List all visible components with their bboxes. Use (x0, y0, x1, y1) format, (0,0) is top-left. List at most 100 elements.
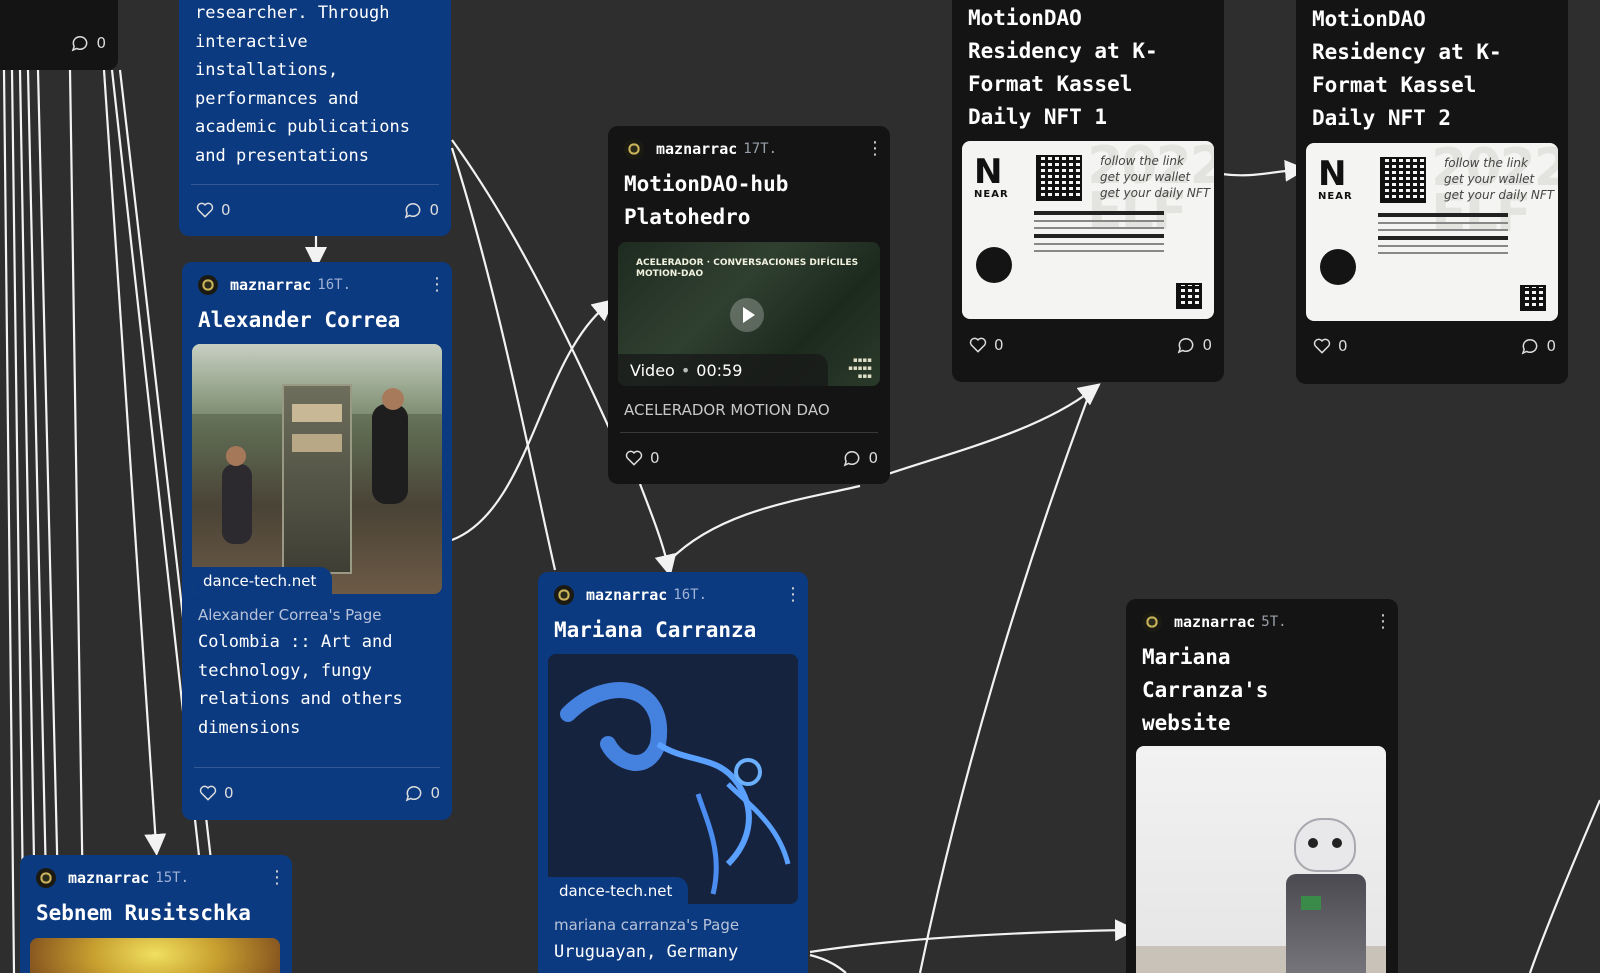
post-age: 17T. (743, 141, 777, 157)
post-age: 5T. (1261, 614, 1287, 630)
nft-badge-icon (976, 247, 1012, 283)
nft-tile-text: follow the link get your wallet get your… (1444, 156, 1555, 202)
avatar[interactable] (624, 139, 644, 159)
video-overlay-text: ACELERADOR · CONVERSACIONES DIFÍCILES MO… (636, 258, 859, 279)
source-tag[interactable]: dance-tech.net (192, 567, 333, 594)
video-duration: 00:59 (696, 360, 743, 380)
card-footer: 0 (10, 32, 106, 54)
comment-count: 0 (429, 201, 439, 219)
nft-text-lines (1378, 213, 1508, 293)
author-name[interactable]: maznarrac (230, 276, 311, 294)
nft-image[interactable]: 2022ELF N NEAR follow the link get your … (1306, 143, 1558, 321)
card-mariana-carranza[interactable]: maznarrac 16T. ⋮ Mariana Carranza dance-… (538, 572, 808, 973)
card-title[interactable]: MotionDAO Residency at K- Format Kassel … (1312, 3, 1554, 135)
card-title[interactable]: MotionDAO Residency at K- Format Kassel … (968, 2, 1210, 134)
play-icon[interactable] (730, 298, 764, 332)
card-footer: 0 0 (198, 782, 440, 804)
comment-icon[interactable] (842, 448, 862, 468)
card-description: researcher. Through interactive installa… (195, 3, 410, 166)
card-thumbnail[interactable]: dance-tech.net (548, 654, 798, 904)
divider (194, 767, 440, 768)
card-thumbnail[interactable]: dance-tech.net (192, 344, 442, 594)
more-vertical-icon[interactable]: ⋮ (428, 276, 446, 294)
author-name[interactable]: maznarrac (68, 869, 149, 887)
card-subtitle: Alexander Correa's Page (198, 606, 382, 624)
qr-code (1380, 157, 1426, 203)
card-thumbnail[interactable] (1136, 746, 1386, 973)
card-researcher[interactable]: researcher. Through interactive installa… (179, 0, 451, 236)
card-subtitle: mariana carranza's Page (554, 916, 740, 934)
comment-icon[interactable] (1176, 335, 1196, 355)
card-sebnem-rusitschka[interactable]: maznarrac 15T. ⋮ Sebnem Rusitschka (20, 855, 292, 973)
comment-icon[interactable] (404, 783, 424, 803)
card-thumbnail[interactable] (30, 938, 280, 973)
nft-tile-text: follow the link get your wallet get your… (1100, 154, 1211, 200)
card-top-left[interactable]: 0 (0, 0, 118, 70)
more-vertical-icon[interactable]: ⋮ (866, 140, 884, 158)
comment-icon[interactable] (70, 33, 90, 53)
heart-icon[interactable] (1312, 336, 1332, 356)
card-header: maznarrac 17T. ⋮ (624, 138, 884, 160)
card-title[interactable]: Mariana Carranza (554, 614, 794, 647)
avatar[interactable] (198, 275, 218, 295)
card-nft-2[interactable]: MotionDAO Residency at K- Format Kassel … (1296, 0, 1568, 384)
like-count: 0 (994, 336, 1004, 354)
video-corner-text: ▪▪▪▪ ▪▪▪▪▪ ▪▪▪ (848, 356, 872, 380)
card-description: Uruguayan, Germany (554, 942, 739, 962)
card-title[interactable]: Sebnem Rusitschka (36, 897, 278, 930)
source-tag[interactable]: dance-tech.net (548, 877, 689, 904)
card-title[interactable]: Alexander Correa (198, 304, 438, 337)
like-count: 0 (221, 201, 231, 219)
video-thumbnail[interactable]: ACELERADOR · CONVERSACIONES DIFÍCILES MO… (618, 242, 880, 386)
avatar[interactable] (36, 868, 56, 888)
post-age: 16T. (317, 277, 351, 293)
near-logo: N (1318, 154, 1347, 194)
near-logo: N (974, 152, 1003, 192)
card-nft-1[interactable]: MotionDAO Residency at K- Format Kassel … (952, 0, 1224, 382)
card-description: Colombia :: Art and technology, fungy re… (198, 632, 403, 738)
more-vertical-icon[interactable]: ⋮ (784, 586, 802, 604)
qr-code (1036, 155, 1082, 201)
avatar[interactable] (554, 585, 574, 605)
author-name[interactable]: maznarrac (1174, 613, 1255, 631)
card-footer: 0 0 (624, 447, 878, 469)
near-wordmark: NEAR (1318, 191, 1353, 202)
nft-text-lines (1034, 211, 1164, 291)
like-count: 0 (224, 784, 234, 802)
comment-count: 0 (868, 449, 878, 467)
heart-icon[interactable] (624, 448, 644, 468)
heart-icon[interactable] (968, 335, 988, 355)
more-vertical-icon[interactable]: ⋮ (268, 869, 286, 887)
nft-image[interactable]: 2022ELF N NEAR follow the link get your … (962, 141, 1214, 319)
like-count: 0 (1338, 337, 1348, 355)
card-title[interactable]: MotionDAO-hub Platohedro (624, 168, 876, 234)
divider (620, 432, 878, 433)
avatar[interactable] (1142, 612, 1162, 632)
video-label: Video (630, 360, 675, 380)
author-name[interactable]: maznarrac (586, 586, 667, 604)
post-age: 15T. (155, 870, 189, 886)
near-wordmark: NEAR (974, 189, 1009, 200)
card-header: maznarrac 16T. ⋮ (198, 274, 446, 296)
like-count: 0 (650, 449, 660, 467)
card-header: maznarrac 15T. ⋮ (36, 867, 286, 889)
comment-icon[interactable] (403, 200, 423, 220)
card-alexander-correa[interactable]: maznarrac 16T. ⋮ Alexander Correa dance-… (182, 262, 452, 820)
post-age: 16T. (673, 587, 707, 603)
card-footer: 0 0 (968, 334, 1212, 356)
comment-count: 0 (96, 34, 106, 52)
qr-code-small (1520, 285, 1546, 311)
card-header: maznarrac 16T. ⋮ (554, 584, 802, 606)
comment-count: 0 (1202, 336, 1212, 354)
author-name[interactable]: maznarrac (656, 140, 737, 158)
heart-icon[interactable] (195, 200, 215, 220)
card-mariana-website[interactable]: maznarrac 5T. ⋮ Mariana Carranza's websi… (1126, 599, 1398, 973)
card-title[interactable]: Mariana Carranza's website (1142, 641, 1384, 740)
separator-dot: • (680, 360, 691, 380)
card-motiondao-hub[interactable]: maznarrac 17T. ⋮ MotionDAO-hub Platohedr… (608, 126, 890, 484)
qr-code-small (1176, 283, 1202, 309)
heart-icon[interactable] (198, 783, 218, 803)
dancer-image (548, 654, 798, 904)
more-vertical-icon[interactable]: ⋮ (1374, 613, 1392, 631)
comment-icon[interactable] (1520, 336, 1540, 356)
